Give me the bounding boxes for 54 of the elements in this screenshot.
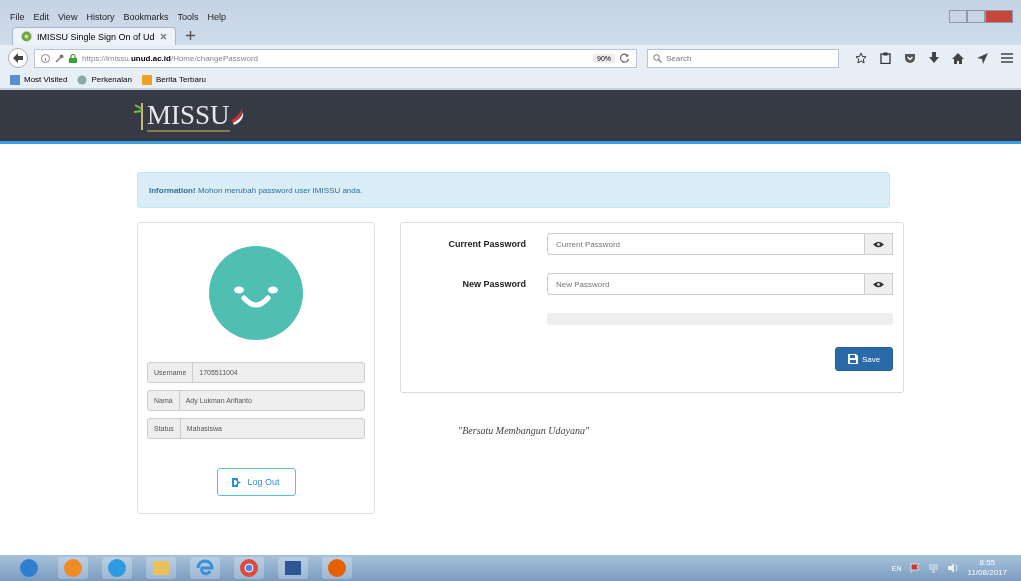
taskbar-app-icon[interactable] xyxy=(234,557,264,579)
search-field[interactable]: Search xyxy=(647,48,839,68)
save-icon xyxy=(847,354,858,364)
bookmark-item[interactable]: Berita Terbaru xyxy=(141,74,207,85)
page-bookmark-icon xyxy=(10,74,20,85)
menu-item[interactable]: View xyxy=(58,11,78,22)
browser-tab[interactable]: IMISSU Single Sign On of Ud xyxy=(12,27,176,45)
key-icon xyxy=(55,53,64,63)
password-field[interactable]: Current Password xyxy=(547,233,865,255)
globe-bookmark-icon xyxy=(77,74,88,85)
clipboard-icon[interactable] xyxy=(880,52,891,64)
site-logo[interactable]: MISSU xyxy=(147,99,230,132)
taskbar-app-icon[interactable] xyxy=(278,557,308,579)
download-icon[interactable] xyxy=(929,52,939,64)
send-icon[interactable] xyxy=(977,52,988,64)
form-label: New Password xyxy=(461,279,527,289)
bookmark-item[interactable]: Most Visited xyxy=(10,74,68,85)
reload-icon[interactable] xyxy=(620,53,630,63)
save-button[interactable]: Save xyxy=(835,347,893,371)
log-out-button[interactable]: Log Out xyxy=(216,468,296,496)
close-icon[interactable] xyxy=(159,33,167,40)
menu-item[interactable]: Help xyxy=(207,11,226,22)
alert-message: Information! Mohon merubah password user IMISSU anda. xyxy=(149,185,363,195)
eye-icon xyxy=(873,240,884,248)
eye-icon xyxy=(873,280,884,288)
url-text: https://imissu.unud.ac.id/Home/changePassword xyxy=(82,53,260,63)
menu-item[interactable]: Tools xyxy=(177,11,199,22)
password-field[interactable]: New Password xyxy=(547,273,865,295)
show-password-button[interactable] xyxy=(865,233,893,255)
new-tab-icon[interactable] xyxy=(185,31,195,40)
info-icon xyxy=(41,53,50,63)
pocket-icon[interactable] xyxy=(904,52,916,64)
menu-icon[interactable] xyxy=(1001,53,1013,63)
home-icon[interactable] xyxy=(952,52,964,64)
menu-item[interactable]: Edit xyxy=(33,11,50,22)
favicon-icon xyxy=(21,31,32,42)
search-icon xyxy=(653,53,662,63)
menu-item[interactable]: History xyxy=(86,11,115,22)
smiley-avatar-icon xyxy=(209,246,303,340)
star-icon[interactable] xyxy=(855,52,867,64)
menu-item[interactable]: Bookmarks xyxy=(123,11,169,22)
show-password-button[interactable] xyxy=(865,273,893,295)
taskbar-app-icon[interactable] xyxy=(190,557,220,579)
bookmark-item[interactable]: Perkenalan xyxy=(77,74,132,85)
taskbar-app-icon[interactable] xyxy=(322,557,352,579)
form-label: Current Password xyxy=(447,239,527,249)
motto-text: "Bersatu Membangun Udayana" xyxy=(458,425,591,436)
menu-item[interactable]: File xyxy=(10,11,25,22)
speaker-icon[interactable] xyxy=(947,563,960,573)
feed-bookmark-icon xyxy=(141,74,152,85)
lock-icon xyxy=(69,53,77,63)
flag-icon[interactable] xyxy=(909,563,920,573)
back-icon[interactable] xyxy=(8,48,28,68)
logout-icon xyxy=(232,477,243,487)
